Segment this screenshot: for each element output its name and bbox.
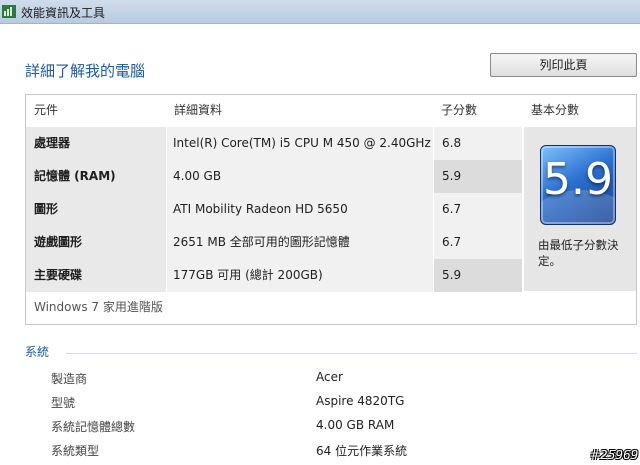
system-label-model: 型號 [51,396,76,410]
table-row: 圖形 ATI Mobility Radeon HD 5650 6.7 [26,193,522,226]
row-component: 遊戲圖形 [26,226,166,259]
system-label-memory: 系統記憶體總數 [51,420,136,434]
watermark: #25969 [590,448,639,462]
row-details: Intel(R) Core(TM) i5 CPU M 450 @ 2.40GHz [166,127,433,160]
row-component: 主要硬碟 [26,259,166,292]
row-subscore: 6.7 [433,193,522,226]
row-subscore: 6.8 [433,127,522,160]
page-title: 詳細了解我的電腦 [25,62,146,80]
row-component: 圖形 [26,193,166,226]
table-row: 記憶體 (RAM) 4.00 GB 5.9 [26,160,522,193]
row-details: ATI Mobility Radeon HD 5650 [166,193,433,226]
system-value-manufacturer: Acer [316,370,343,384]
windows-edition: Windows 7 家用進階版 [34,300,163,314]
system-label-manufacturer: 製造商 [51,372,88,386]
base-score-badge: 5.9 [540,145,616,225]
score-panel: 元件 詳細資料 子分數 基本分數 處理器 Intel(R) Core(TM) i… [25,94,637,325]
header-base-score: 基本分數 [531,103,580,117]
row-subscore: 5.9 [433,160,522,193]
print-page-button[interactable]: 列印此頁 [490,53,637,77]
row-subscore: 5.9 [433,259,522,292]
title-bar: 效能資訊及工具 [0,0,640,24]
system-value-model: Aspire 4820TG [316,394,405,408]
row-subscore: 6.7 [433,226,522,259]
performance-info-icon [2,5,16,18]
base-score-value: 5.9 [543,154,613,205]
table-row: 主要硬碟 177GB 可用 (總計 200GB) 5.9 [26,259,522,292]
system-label-type: 系統類型 [51,444,100,458]
table-row: 遊戲圖形 2651 MB 全部可用的圖形記憶體 6.7 [26,226,522,259]
row-details: 4.00 GB [166,160,433,193]
system-section-header: 系統 [25,345,50,359]
system-value-memory: 4.00 GB RAM [316,418,395,432]
base-score-note: 由最低子分數決定。 [538,238,619,268]
system-value-type: 64 位元作業系統 [316,444,408,458]
row-component: 處理器 [26,127,166,160]
row-details: 2651 MB 全部可用的圖形記憶體 [166,226,433,259]
table-row: 處理器 Intel(R) Core(TM) i5 CPU M 450 @ 2.4… [26,127,522,160]
row-details: 177GB 可用 (總計 200GB) [166,259,433,292]
section-divider [66,353,637,354]
header-component: 元件 [34,103,59,117]
header-subscore: 子分數 [441,103,478,117]
base-score-area: 5.9 由最低子分數決定。 [524,127,636,291]
header-details: 詳細資料 [174,103,223,117]
row-component: 記憶體 (RAM) [26,160,166,193]
window-title: 效能資訊及工具 [21,6,106,20]
